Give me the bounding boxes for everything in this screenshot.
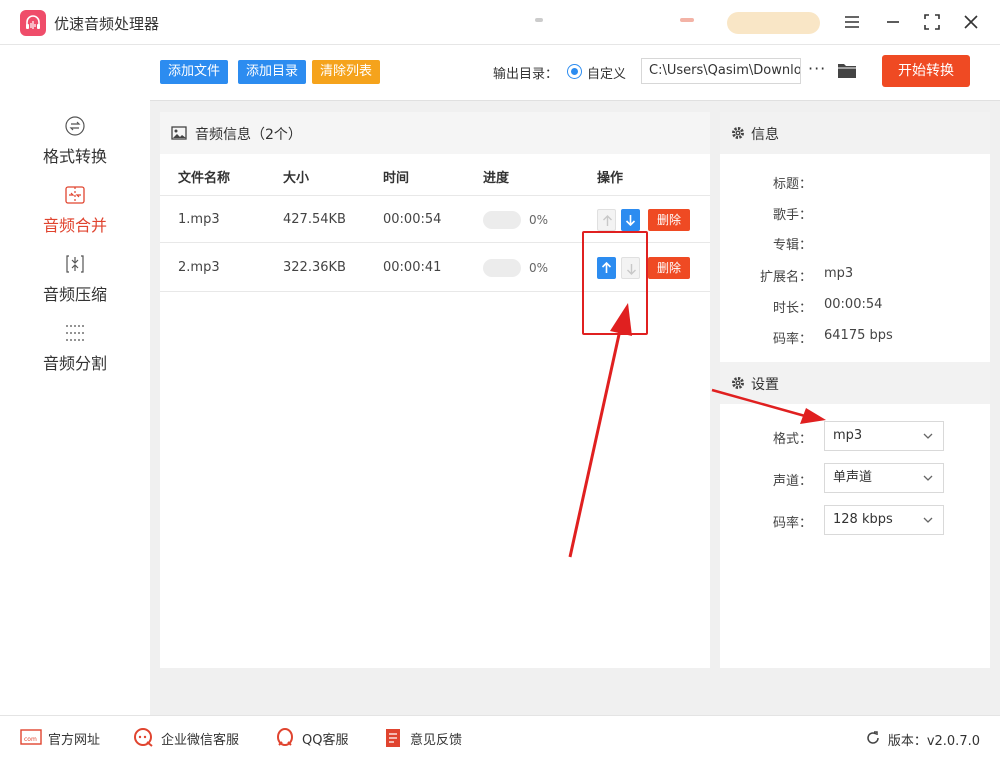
footer: com 官方网址 企业微信客服 QQ客服 意见反馈 版本：v2.0.7.0 [0,715,1000,760]
refresh-icon[interactable] [865,730,881,746]
move-down-button[interactable] [621,209,640,231]
toolbar: 添加文件 添加目录 清除列表 输出目录： 自定义 C:\Users\Qasim\… [150,45,1000,101]
info-value-bitrate: 64175 bps [824,328,893,343]
info-header: 信息 [720,112,990,154]
blurred-region [680,18,694,22]
info-label-album: 专辑： [772,238,812,253]
settings-header: 设置 [720,362,990,404]
move-up-button[interactable] [597,209,616,231]
progress-bar [483,259,521,277]
output-path-input[interactable]: C:\Users\Qasim\Downlo [641,58,801,84]
file-list-panel: 音频信息（2个） 文件名称 大小 时间 进度 操作 1.mp3 427.54KB… [160,112,710,668]
merge-icon [65,186,85,204]
maximize-icon[interactable] [920,10,944,34]
more-options-button[interactable]: ··· [808,59,826,78]
file-name: 1.mp3 [178,212,220,227]
column-header-progress: 进度 [483,171,510,186]
feedback-icon [386,729,400,747]
arrow-up-icon [603,215,612,226]
blurred-user-badge [727,12,820,34]
sidebar-item-label: 音频压缩 [42,285,107,304]
minimize-icon[interactable] [881,10,905,34]
version-label: 版本：v2.0.7.0 [887,734,980,749]
channel-label: 声道： [772,474,812,489]
custom-radio[interactable] [567,64,582,79]
menu-icon[interactable] [840,10,864,34]
image-icon [171,126,187,140]
svg-text:com: com [24,736,37,743]
bitrate-select[interactable]: 128 kbps [824,505,944,535]
settings-title: 设置 [751,377,779,393]
file-duration: 00:00:41 [383,260,442,275]
info-label-artist: 歌手： [772,208,812,223]
compress-icon [66,255,84,273]
sidebar-item-audio-split[interactable]: 音频分割 [0,322,150,382]
app-logo-icon [20,10,46,36]
info-value-extension: mp3 [824,266,854,281]
file-name: 2.mp3 [178,260,220,275]
main-area: 添加文件 添加目录 清除列表 输出目录： 自定义 C:\Users\Qasim\… [150,45,1000,715]
output-dir-label: 输出目录： [493,67,559,82]
gear-icon [732,127,744,139]
title-bar: 优速音频处理器 [0,0,1000,45]
progress-percent: 0% [529,261,549,275]
sidebar: 格式转换 音频合并 音频压缩 音频分割 [0,45,150,715]
start-convert-button[interactable]: 开始转换 [882,55,970,87]
chevron-down-icon [923,433,933,439]
column-header-time: 时间 [383,171,410,186]
wechat-icon [134,728,153,747]
sidebar-item-format-convert[interactable]: 格式转换 [0,115,150,175]
gear-icon [732,377,744,389]
close-icon[interactable] [959,10,983,34]
chevron-down-icon [923,475,933,481]
qq-icon [277,728,293,746]
annotation-highlight-box [582,231,648,335]
delete-button[interactable]: 删除 [648,257,690,279]
arrow-down-icon [625,215,636,226]
column-header-actions: 操作 [597,171,624,186]
file-size: 427.54KB [283,212,346,227]
sidebar-item-audio-merge[interactable]: 音频合并 [0,184,150,244]
info-label-bitrate: 码率： [772,332,812,347]
convert-icon [65,116,85,136]
app-title: 优速音频处理器 [54,15,160,33]
clear-list-button[interactable]: 清除列表 [312,60,381,84]
info-title: 信息 [751,127,779,143]
column-header-size: 大小 [283,171,310,186]
folder-icon[interactable] [837,61,857,79]
info-label-duration: 时长： [772,301,812,316]
column-header-name: 文件名称 [178,171,231,186]
info-value-duration: 00:00:54 [824,297,883,312]
format-label: 格式： [772,432,812,447]
info-label-title: 标题： [772,177,812,192]
info-label-extension: 扩展名： [759,270,812,285]
file-list-header: 音频信息（2个） [160,112,710,154]
sidebar-item-label: 音频分割 [42,354,107,373]
format-select[interactable]: mp3 [824,421,944,451]
chevron-down-icon [923,517,933,523]
website-icon: com [20,729,42,745]
sidebar-item-label: 格式转换 [42,147,107,166]
info-settings-panel: 信息 标题： 歌手： 专辑： 扩展名： mp3 时长： 00:00:54 码率：… [720,112,990,668]
file-size: 322.36KB [283,260,346,275]
add-folder-button[interactable]: 添加目录 [238,60,307,84]
blurred-region [535,18,543,22]
add-file-button[interactable]: 添加文件 [160,60,229,84]
progress-bar [483,211,521,229]
bitrate-label: 码率： [772,516,812,531]
sidebar-item-audio-compress[interactable]: 音频压缩 [0,253,150,313]
custom-radio-label[interactable]: 自定义 [587,63,626,82]
channel-select[interactable]: 单声道 [824,463,944,493]
delete-button[interactable]: 删除 [648,209,690,231]
progress-percent: 0% [529,213,549,227]
split-icon [66,325,84,341]
sidebar-item-label: 音频合并 [42,216,107,235]
file-duration: 00:00:54 [383,212,442,227]
file-list-title: 音频信息（2个） [195,127,302,143]
